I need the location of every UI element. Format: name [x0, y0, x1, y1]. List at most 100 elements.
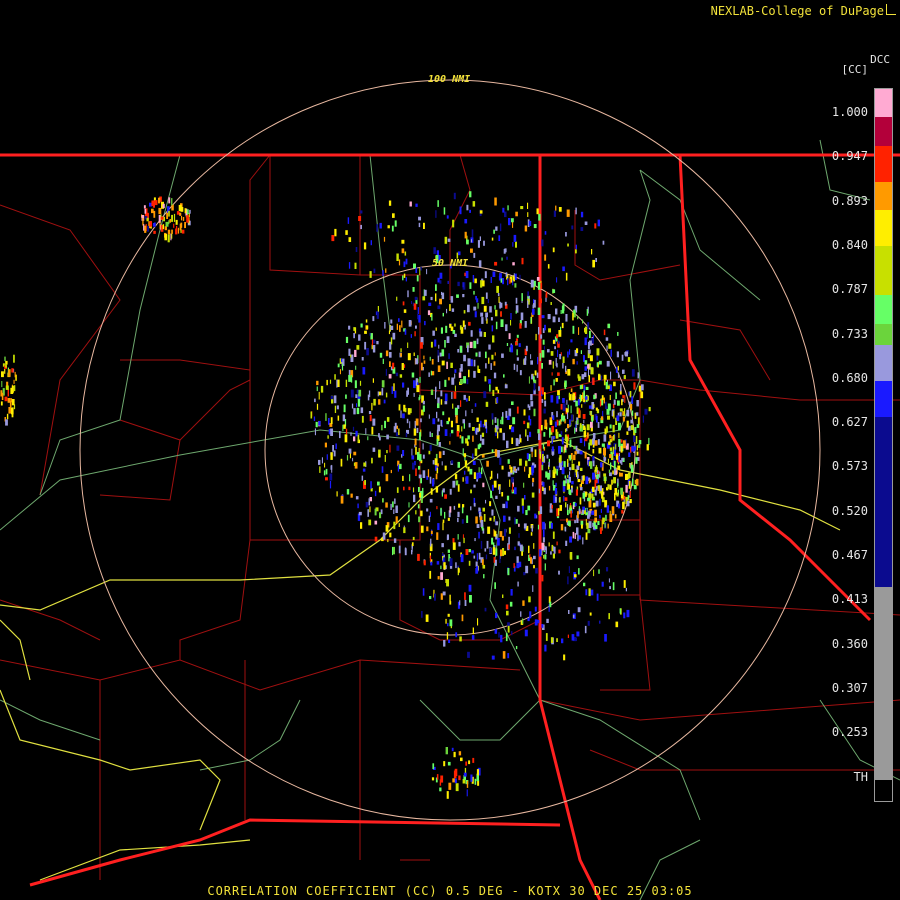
echo-pixel [465, 398, 468, 402]
echo-pixel [435, 473, 438, 480]
echo-pixel [472, 435, 474, 442]
echo-pixel [629, 491, 631, 498]
echo-pixel [632, 478, 634, 486]
echo-pixel [413, 392, 415, 397]
echo-pixel [449, 488, 452, 495]
color-swatch [875, 245, 892, 296]
echo-pixel [631, 410, 634, 416]
echo-pixel [562, 403, 566, 412]
echo-pixel [559, 497, 561, 503]
echo-pixel [534, 370, 537, 376]
echo-pixel [386, 417, 390, 422]
echo-pixel [617, 400, 620, 406]
echo-pixel [630, 446, 632, 453]
echo-pixel [519, 323, 522, 329]
echo-pixel [541, 239, 544, 247]
echo-pixel [466, 515, 469, 523]
echo-pixel [618, 422, 621, 431]
scale-tick-label: 0.307 [831, 680, 868, 695]
echo-pixel [570, 510, 572, 518]
echo-pixel [473, 370, 476, 378]
echo-pixel [353, 327, 356, 331]
echo-pixel [502, 548, 505, 556]
scale-tick-label: 0.787 [831, 282, 868, 297]
echo-pixel [451, 392, 453, 400]
echo-pixel [442, 591, 446, 596]
echo-pixel [556, 411, 558, 418]
echo-pixel [334, 374, 336, 380]
echo-pixel [555, 378, 558, 382]
echo-pixel [507, 653, 510, 659]
echo-pixel [630, 403, 633, 410]
echo-pixel [365, 501, 369, 508]
corner-arrow-icon[interactable] [886, 4, 896, 15]
echo-pixel [558, 207, 562, 212]
echo-pixel [591, 416, 594, 423]
echo-pixel [572, 394, 574, 401]
echo-pixel [422, 296, 426, 301]
echo-pixel [599, 620, 601, 624]
echo-pixel [340, 495, 344, 504]
echo-pixel [434, 339, 437, 347]
echo-pixel [459, 346, 463, 353]
echo-pixel [595, 465, 598, 472]
echo-pixel [470, 774, 473, 782]
echo-pixel [444, 401, 448, 405]
echo-pixel [532, 477, 535, 483]
echo-pixel [318, 420, 321, 426]
echo-pixel [381, 380, 385, 388]
echo-pixel [429, 555, 432, 562]
echo-pixel [459, 379, 463, 385]
echo-pixel [570, 414, 574, 421]
echo-pixel [563, 446, 565, 454]
echo-pixel [617, 465, 621, 470]
echo-pixel [162, 224, 165, 230]
echo-pixel [430, 341, 433, 348]
color-swatch [875, 89, 892, 118]
echo-pixel [549, 420, 553, 425]
echo-pixel [550, 522, 553, 529]
echo-pixel [485, 401, 489, 407]
echo-pixel [597, 219, 600, 227]
echo-pixel [448, 782, 452, 790]
echo-pixel [360, 224, 362, 230]
echo-pixel [511, 631, 513, 636]
echo-pixel [343, 424, 346, 429]
echo-pixel [166, 212, 168, 219]
echo-pixel [467, 345, 469, 353]
echo-pixel [451, 747, 454, 752]
echo-pixel [618, 432, 620, 438]
scale-tick-label: 0.733 [831, 326, 868, 341]
echo-pixel [353, 408, 356, 415]
echo-pixel [570, 405, 572, 414]
echo-pixel [586, 522, 589, 529]
echo-pixel [501, 492, 504, 497]
echo-pixel [442, 522, 444, 531]
echo-pixel [616, 415, 620, 422]
echo-pixel [588, 349, 591, 354]
echo-pixel [361, 475, 364, 481]
echo-pixel [516, 334, 519, 338]
echo-pixel [362, 367, 366, 375]
echo-pixel [547, 349, 550, 353]
echo-pixel [606, 567, 609, 572]
echo-pixel [553, 546, 555, 552]
echo-pixel [595, 258, 597, 262]
echo-pixel [629, 391, 632, 398]
echo-pixel [450, 420, 453, 428]
echo-pixel [358, 511, 362, 516]
echo-pixel [619, 460, 622, 464]
echo-pixel [418, 516, 421, 523]
echo-pixel [337, 363, 340, 368]
echo-pixel [480, 434, 482, 441]
echo-pixel [555, 482, 557, 487]
echo-pixel [545, 633, 548, 641]
echo-pixel [568, 476, 571, 483]
scale-tick-label: 0.253 [831, 725, 868, 740]
echo-pixel [403, 486, 405, 491]
echo-pixel [567, 576, 569, 585]
echo-pixel [457, 517, 459, 523]
echo-pixel [417, 307, 419, 314]
echo-pixel [528, 376, 530, 384]
echo-pixel [167, 229, 171, 235]
